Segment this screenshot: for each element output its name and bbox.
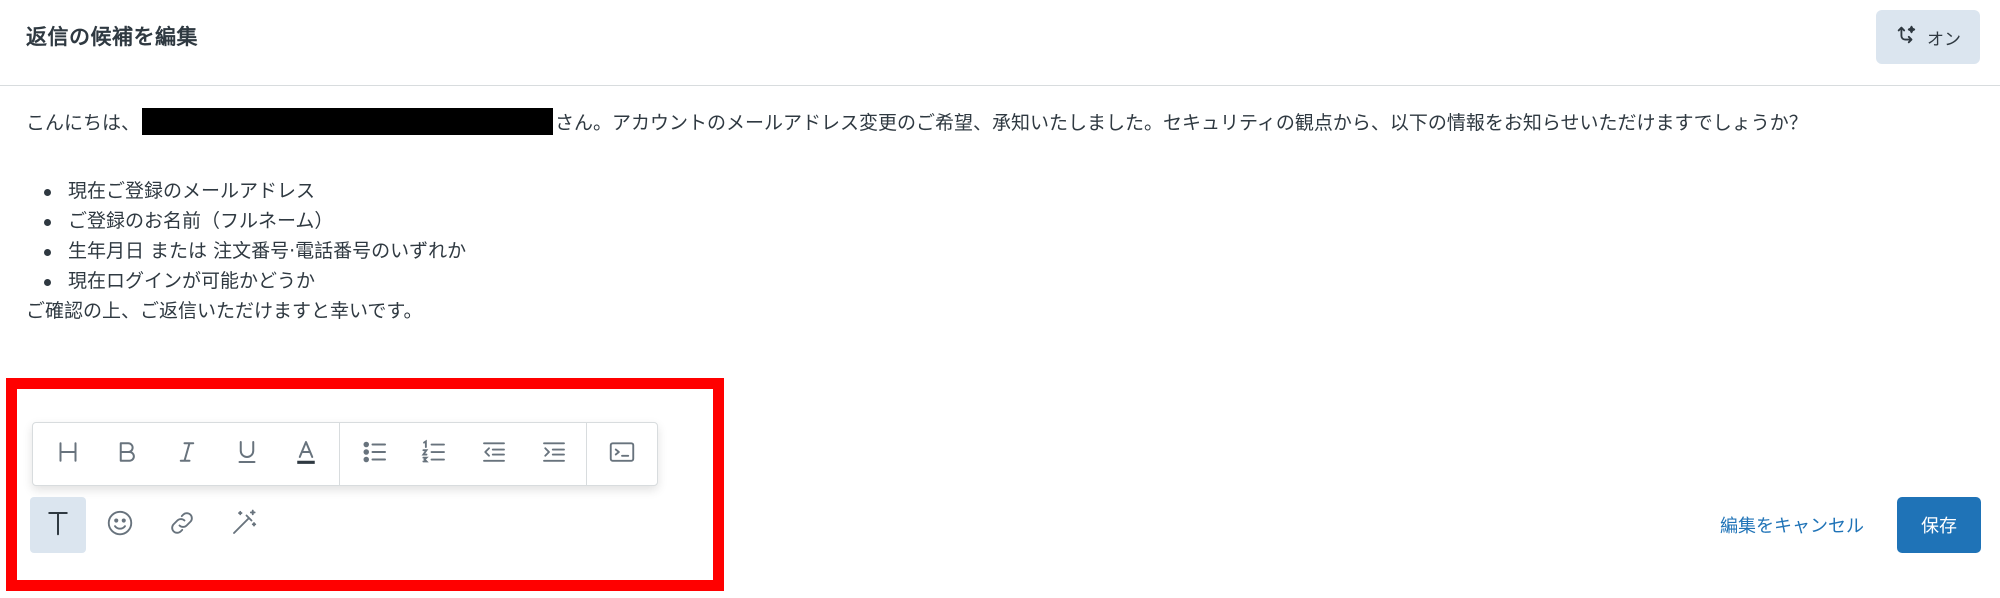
cancel-edit-link[interactable]: 編集をキャンセル [1720, 512, 1864, 538]
underline-button[interactable] [222, 428, 272, 480]
greeting-line: こんにちは、 さん。アカウントのメールアドレス変更のご希望、承知いたしました。セキ… [26, 108, 1966, 138]
italic-icon [172, 437, 202, 471]
sparkle-icon [1895, 24, 1917, 51]
indent-button[interactable] [529, 428, 579, 480]
panel-header: 返信の候補を編集 オン [0, 0, 2000, 86]
text-format-icon [43, 508, 73, 542]
info-bullet-list: 現在ご登録のメールアドレス ご登録のお名前（フルネーム） 生年月日 または 注文… [26, 176, 1966, 296]
code-block-icon [607, 437, 637, 471]
save-button[interactable]: 保存 [1897, 497, 1981, 553]
toolbar-divider [586, 422, 588, 486]
bulleted-list-icon [360, 437, 390, 471]
composer-tools [30, 497, 278, 553]
emoji-button[interactable] [92, 497, 148, 553]
redacted-name [142, 108, 554, 135]
indent-icon [539, 437, 569, 471]
heading-button[interactable] [43, 428, 93, 480]
emoji-icon [105, 508, 135, 542]
bulleted-list-button[interactable] [350, 428, 400, 480]
magic-wand-button[interactable] [216, 497, 272, 553]
text-color-icon [291, 437, 321, 471]
numbered-list-icon [419, 437, 449, 471]
link-icon [167, 508, 197, 542]
list-item: 現在ご登録のメールアドレス [44, 176, 1966, 206]
outdent-icon [479, 437, 509, 471]
outdent-button[interactable] [469, 428, 519, 480]
list-item: 生年月日 または 注文番号·電話番号のいずれか [44, 236, 1966, 266]
reply-editor-content[interactable]: こんにちは、 さん。アカウントのメールアドレス変更のご希望、承知いたしました。セキ… [26, 108, 1966, 326]
greeting-prefix: こんにちは、 [26, 112, 141, 134]
list-item: 現在ログインが可能かどうか [44, 266, 1966, 296]
closing-line: ご確認の上、ご返信いただけますと幸いです。 [26, 300, 423, 322]
heading-icon [53, 437, 83, 471]
formatting-toolbar [32, 422, 658, 486]
text-color-button[interactable] [281, 428, 331, 480]
toolbar-divider [339, 422, 340, 486]
bold-icon [112, 437, 142, 471]
magic-wand-icon [229, 508, 259, 542]
code-block-button[interactable] [597, 428, 647, 480]
greeting-suffix: さん。アカウントのメールアドレス変更のご希望、承知いたしました。セキュリティの観… [555, 112, 1808, 134]
text-format-button[interactable] [30, 497, 86, 553]
link-button[interactable] [154, 497, 210, 553]
panel-title: 返信の候補を編集 [26, 25, 198, 49]
numbered-list-button[interactable] [410, 428, 460, 480]
bold-button[interactable] [103, 428, 153, 480]
list-item: ご登録のお名前（フルネーム） [44, 206, 1966, 236]
toggle-label: オン [1927, 29, 1961, 50]
underline-icon [232, 437, 262, 471]
italic-button[interactable] [162, 428, 212, 480]
auto-reply-toggle[interactable]: オン [1876, 10, 1980, 64]
